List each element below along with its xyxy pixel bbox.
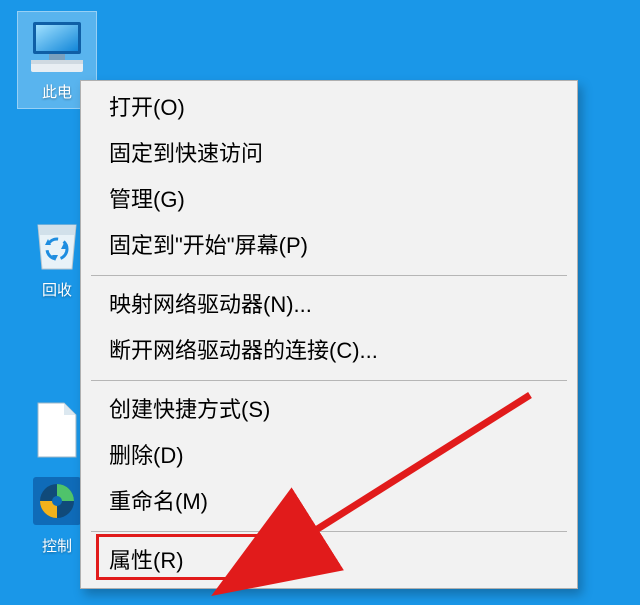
file-icon — [30, 400, 84, 460]
computer-icon — [18, 12, 96, 82]
menu-item-map-drive[interactable]: 映射网络驱动器(N)... — [81, 282, 577, 328]
menu-separator — [91, 275, 567, 276]
context-menu: 打开(O) 固定到快速访问 管理(G) 固定到"开始"屏幕(P) 映射网络驱动器… — [80, 80, 578, 589]
desktop-icon-unnamed-file[interactable] — [30, 400, 84, 460]
menu-item-pin-start[interactable]: 固定到"开始"屏幕(P) — [81, 223, 577, 269]
menu-item-disconnect-drive[interactable]: 断开网络驱动器的连接(C)... — [81, 328, 577, 374]
menu-item-properties[interactable]: 属性(R) — [81, 538, 577, 584]
menu-item-manage[interactable]: 管理(G) — [81, 177, 577, 223]
menu-item-create-shortcut[interactable]: 创建快捷方式(S) — [81, 387, 577, 433]
menu-separator — [91, 531, 567, 532]
menu-item-delete[interactable]: 删除(D) — [81, 433, 577, 479]
menu-item-open[interactable]: 打开(O) — [81, 85, 577, 131]
menu-item-rename[interactable]: 重命名(M) — [81, 479, 577, 525]
menu-separator — [91, 380, 567, 381]
menu-item-pin-quick-access[interactable]: 固定到快速访问 — [81, 131, 577, 177]
